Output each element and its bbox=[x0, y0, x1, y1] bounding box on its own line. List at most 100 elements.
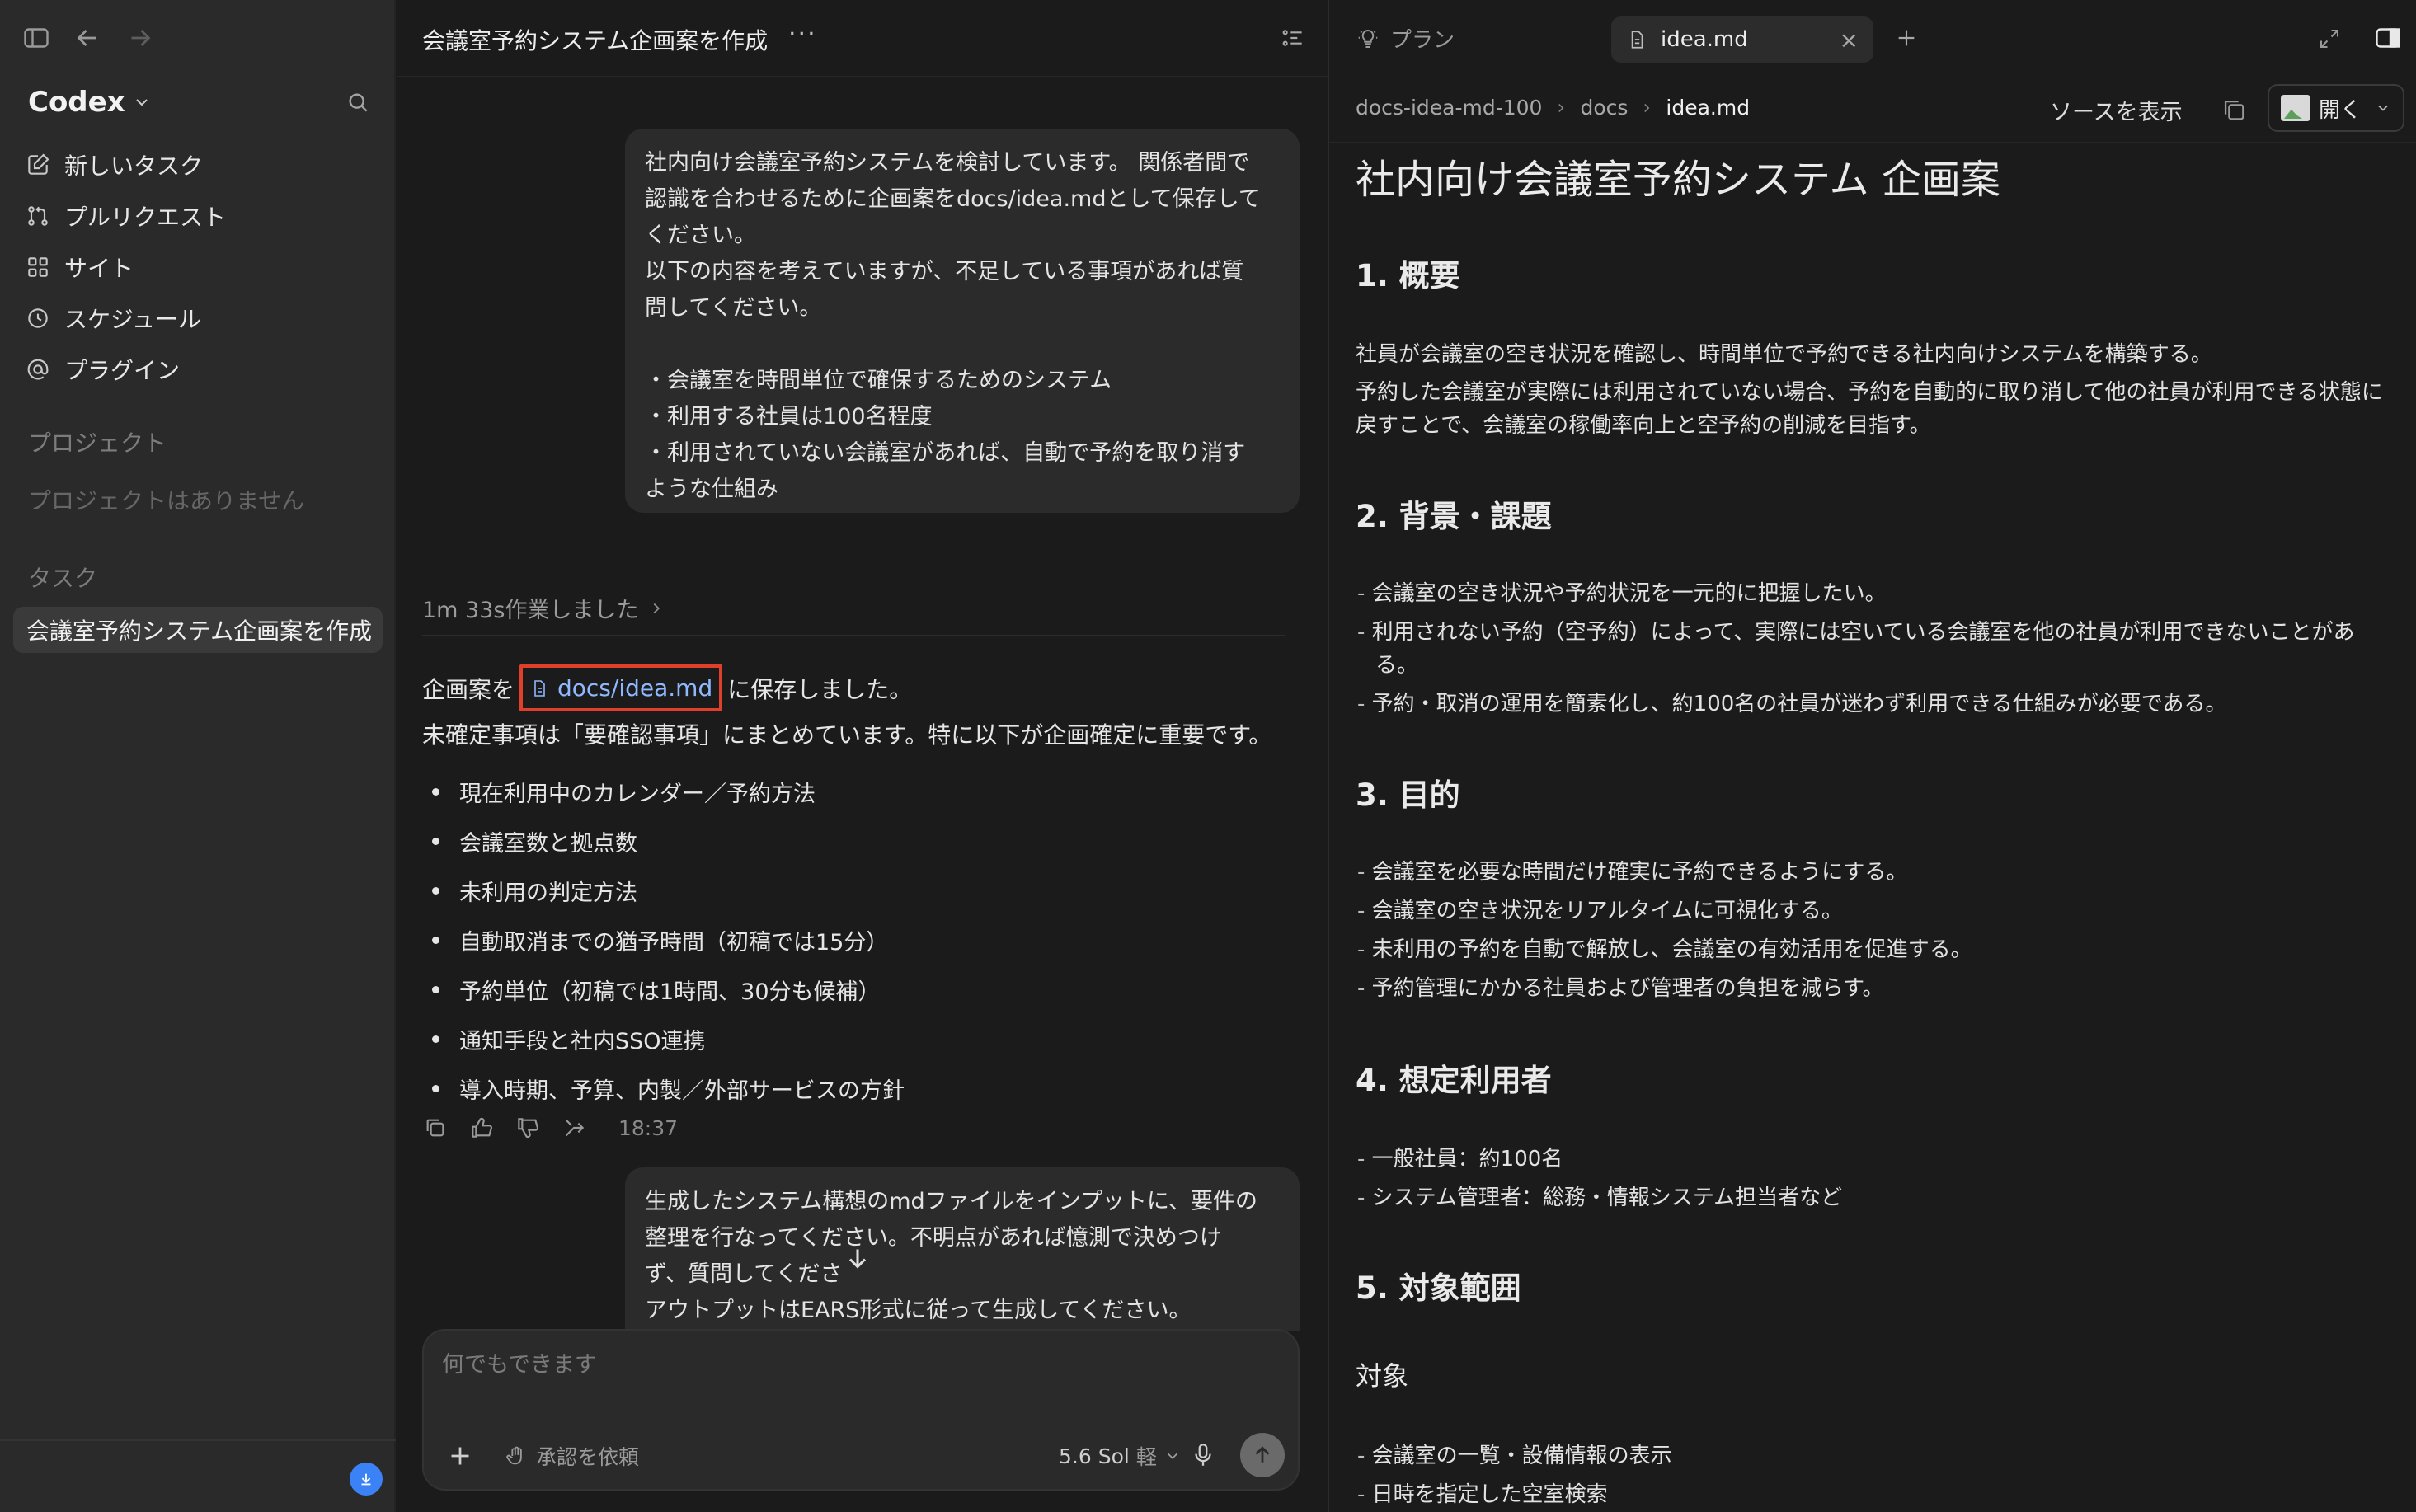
message-input[interactable] bbox=[442, 1352, 1267, 1378]
arrow-up-icon bbox=[1255, 1446, 1270, 1463]
section-heading: 5. 対象範囲 bbox=[1356, 1270, 1521, 1306]
chevron-down-icon bbox=[135, 99, 148, 106]
fork-icon[interactable] bbox=[561, 1115, 587, 1141]
user-message: 社内向け会議室予約システムを検討しています。 関係者間で 認識を合わせるために企… bbox=[625, 129, 1300, 513]
file-icon bbox=[1631, 31, 1643, 49]
section-heading: 4. 想定利用者 bbox=[1356, 1063, 1552, 1098]
pending-items-list: 現在利用中のカレンダー／予約方法 会議室数と拠点数 未利用の判定方法 自動取消ま… bbox=[422, 767, 905, 1113]
nav-label: プルリクエスト bbox=[64, 204, 227, 231]
projects-empty-text: プロジェクトはありません bbox=[28, 487, 305, 514]
chat-header: 会議室予約システム企画案を作成 ··· bbox=[397, 0, 1328, 77]
workspace-switcher[interactable]: Codex bbox=[28, 86, 152, 119]
approval-mode-button[interactable]: 承認を依頼 bbox=[505, 1441, 639, 1471]
worked-label: 1m 33s作業しました bbox=[422, 598, 639, 623]
chevron-right-icon bbox=[1558, 103, 1564, 112]
tab-label: プラン bbox=[1390, 28, 1455, 53]
tab-idea-md[interactable]: idea.md × bbox=[1611, 16, 1873, 63]
section-heading: 1. 概要 bbox=[1356, 258, 1460, 293]
grid-icon bbox=[28, 257, 48, 277]
outline-list-icon[interactable] bbox=[1280, 25, 1306, 51]
breadcrumb-item[interactable]: docs bbox=[1580, 96, 1628, 120]
chevron-down-icon bbox=[2378, 105, 2388, 111]
search-icon[interactable] bbox=[345, 89, 371, 115]
open-label: 開く bbox=[2319, 97, 2362, 123]
list-item: 未利用の判定方法 bbox=[422, 866, 905, 915]
file-link[interactable]: docs/idea.md bbox=[519, 664, 723, 711]
work-summary-toggle[interactable]: 1m 33s作業しました bbox=[422, 592, 665, 624]
sidebar-toggle-icon[interactable] bbox=[21, 23, 51, 53]
forward-arrow-icon[interactable] bbox=[125, 23, 155, 53]
list-item: 自動取消までの猶予時間（初稿では15分） bbox=[422, 915, 905, 965]
bullet-list: 一般社員：約100名 システム管理者：総務・情報システム担当者など bbox=[1356, 1143, 2395, 1220]
expand-icon[interactable] bbox=[2317, 26, 2342, 51]
saved-suffix: に保存しました。 bbox=[727, 675, 913, 703]
pull-request-icon bbox=[28, 206, 48, 226]
list-item: 会議室の一覧・設備情報の表示 bbox=[1356, 1439, 2395, 1472]
microphone-icon[interactable] bbox=[1189, 1441, 1217, 1469]
open-with-button[interactable]: 開く bbox=[2268, 84, 2404, 132]
new-tab-icon[interactable] bbox=[1893, 25, 1920, 51]
nav-label: スケジュール bbox=[64, 306, 202, 333]
bullet-list: 会議室を必要な時間だけ確実に予約できるようにする。 会議室の空き状況をリアルタイ… bbox=[1356, 856, 2395, 1011]
tab-plan[interactable]: プラン bbox=[1356, 23, 1455, 54]
copy-icon[interactable] bbox=[422, 1115, 449, 1141]
list-item: 日時を指定した空室検索 bbox=[1356, 1478, 2395, 1511]
list-item: 会議室を必要な時間だけ確実に予約できるようにする。 bbox=[1356, 856, 2395, 889]
list-item: 会議室の空き状況をリアルタイムに可視化する。 bbox=[1356, 895, 2395, 927]
thumbs-down-icon[interactable] bbox=[515, 1115, 541, 1141]
list-item: 導入時期、予算、内製／外部サービスの方針 bbox=[422, 1064, 905, 1113]
add-attachment-icon[interactable] bbox=[445, 1441, 475, 1471]
view-source-button[interactable]: ソースを表示 bbox=[2050, 94, 2183, 126]
hand-icon bbox=[506, 1446, 522, 1465]
projects-heading: プロジェクト bbox=[28, 430, 167, 457]
saved-prefix: 企画案を bbox=[422, 675, 515, 703]
image-icon bbox=[2281, 95, 2310, 121]
tasks-heading: タスク bbox=[28, 565, 98, 592]
doc-title: 社内向け会議室予約システム 企画案 bbox=[1356, 157, 2000, 203]
toggle-panel-icon[interactable] bbox=[2373, 23, 2403, 53]
message-actions: 18:37 bbox=[422, 1115, 678, 1141]
copy-icon[interactable] bbox=[2220, 96, 2248, 124]
more-options-icon[interactable]: ··· bbox=[788, 20, 817, 49]
close-icon[interactable]: × bbox=[1840, 26, 1859, 54]
tab-bar: プラン idea.md × bbox=[1329, 0, 2416, 77]
task-item-active[interactable]: 会議室予約システム企画案を作成 bbox=[13, 607, 383, 653]
user-message-text: 生成したシステム構想のmdファイルをインプットに、要件の 整理を行なってください… bbox=[645, 1189, 1258, 1323]
approval-label: 承認を依頼 bbox=[536, 1445, 640, 1469]
nav-sites[interactable]: サイト bbox=[25, 247, 134, 287]
composer: 承認を依頼 5.6 Sol 軽 bbox=[422, 1329, 1300, 1491]
file-link-label: docs/idea.md bbox=[557, 674, 713, 702]
download-update-icon[interactable] bbox=[350, 1463, 383, 1496]
nav-label: 新しいタスク bbox=[64, 153, 204, 180]
user-message: 生成したシステム構想のmdファイルをインプットに、要件の 整理を行なってください… bbox=[625, 1167, 1300, 1331]
breadcrumb-item[interactable]: docs-idea-md-100 bbox=[1356, 96, 1542, 120]
subsection-heading: 対象 bbox=[1356, 1360, 1409, 1392]
nav-pull-requests[interactable]: プルリクエスト bbox=[25, 196, 226, 236]
chat-pane: 会議室予約システム企画案を作成 ··· 社内向け会議室予約システムを検討していま… bbox=[397, 0, 1328, 1512]
scroll-to-bottom-icon[interactable] bbox=[843, 1243, 872, 1273]
nav-schedule[interactable]: スケジュール bbox=[25, 298, 201, 338]
model-name: 5.6 Sol bbox=[1059, 1444, 1130, 1468]
section-heading: 3. 目的 bbox=[1356, 777, 1460, 813]
brand-name: Codex bbox=[28, 86, 125, 119]
model-selector[interactable]: 5.6 Sol 軽 bbox=[1059, 1441, 1182, 1471]
document-pane: プラン idea.md × docs-idea-md-100 docs idea… bbox=[1328, 0, 2416, 1512]
list-item: 現在利用中のカレンダー／予約方法 bbox=[422, 767, 905, 816]
list-item: システム管理者：総務・情報システム担当者など bbox=[1356, 1181, 2395, 1214]
list-item: 予約単位（初稿では1時間、30分も候補） bbox=[422, 965, 905, 1014]
nav-label: プラグイン bbox=[64, 357, 181, 384]
list-item: 利用されない予約（空予約）によって、実際には空いている会議室を他の社員が利用でき… bbox=[1356, 616, 2395, 682]
send-button[interactable] bbox=[1240, 1433, 1285, 1477]
tab-label: idea.md bbox=[1661, 27, 1748, 52]
list-item: 予約管理にかかる社員および管理者の負担を減らす。 bbox=[1356, 972, 2395, 1005]
back-arrow-icon[interactable] bbox=[73, 23, 102, 53]
thumbs-up-icon[interactable] bbox=[468, 1115, 495, 1141]
nav-plugins[interactable]: プラグイン bbox=[25, 350, 180, 389]
nav-new-task[interactable]: 新しいタスク bbox=[25, 145, 203, 185]
message-time: 18:37 bbox=[618, 1115, 679, 1140]
list-item: 会議室の空き状況や予約状況を一元的に把握したい。 bbox=[1356, 577, 2395, 610]
edit-icon bbox=[28, 153, 49, 175]
list-item: 一般社員：約100名 bbox=[1356, 1143, 2395, 1176]
sidebar: Codex 新しいタスク プルリクエスト サイト スケジュール プラグイン プロ… bbox=[0, 0, 396, 1512]
lightbulb-icon bbox=[1358, 29, 1378, 48]
